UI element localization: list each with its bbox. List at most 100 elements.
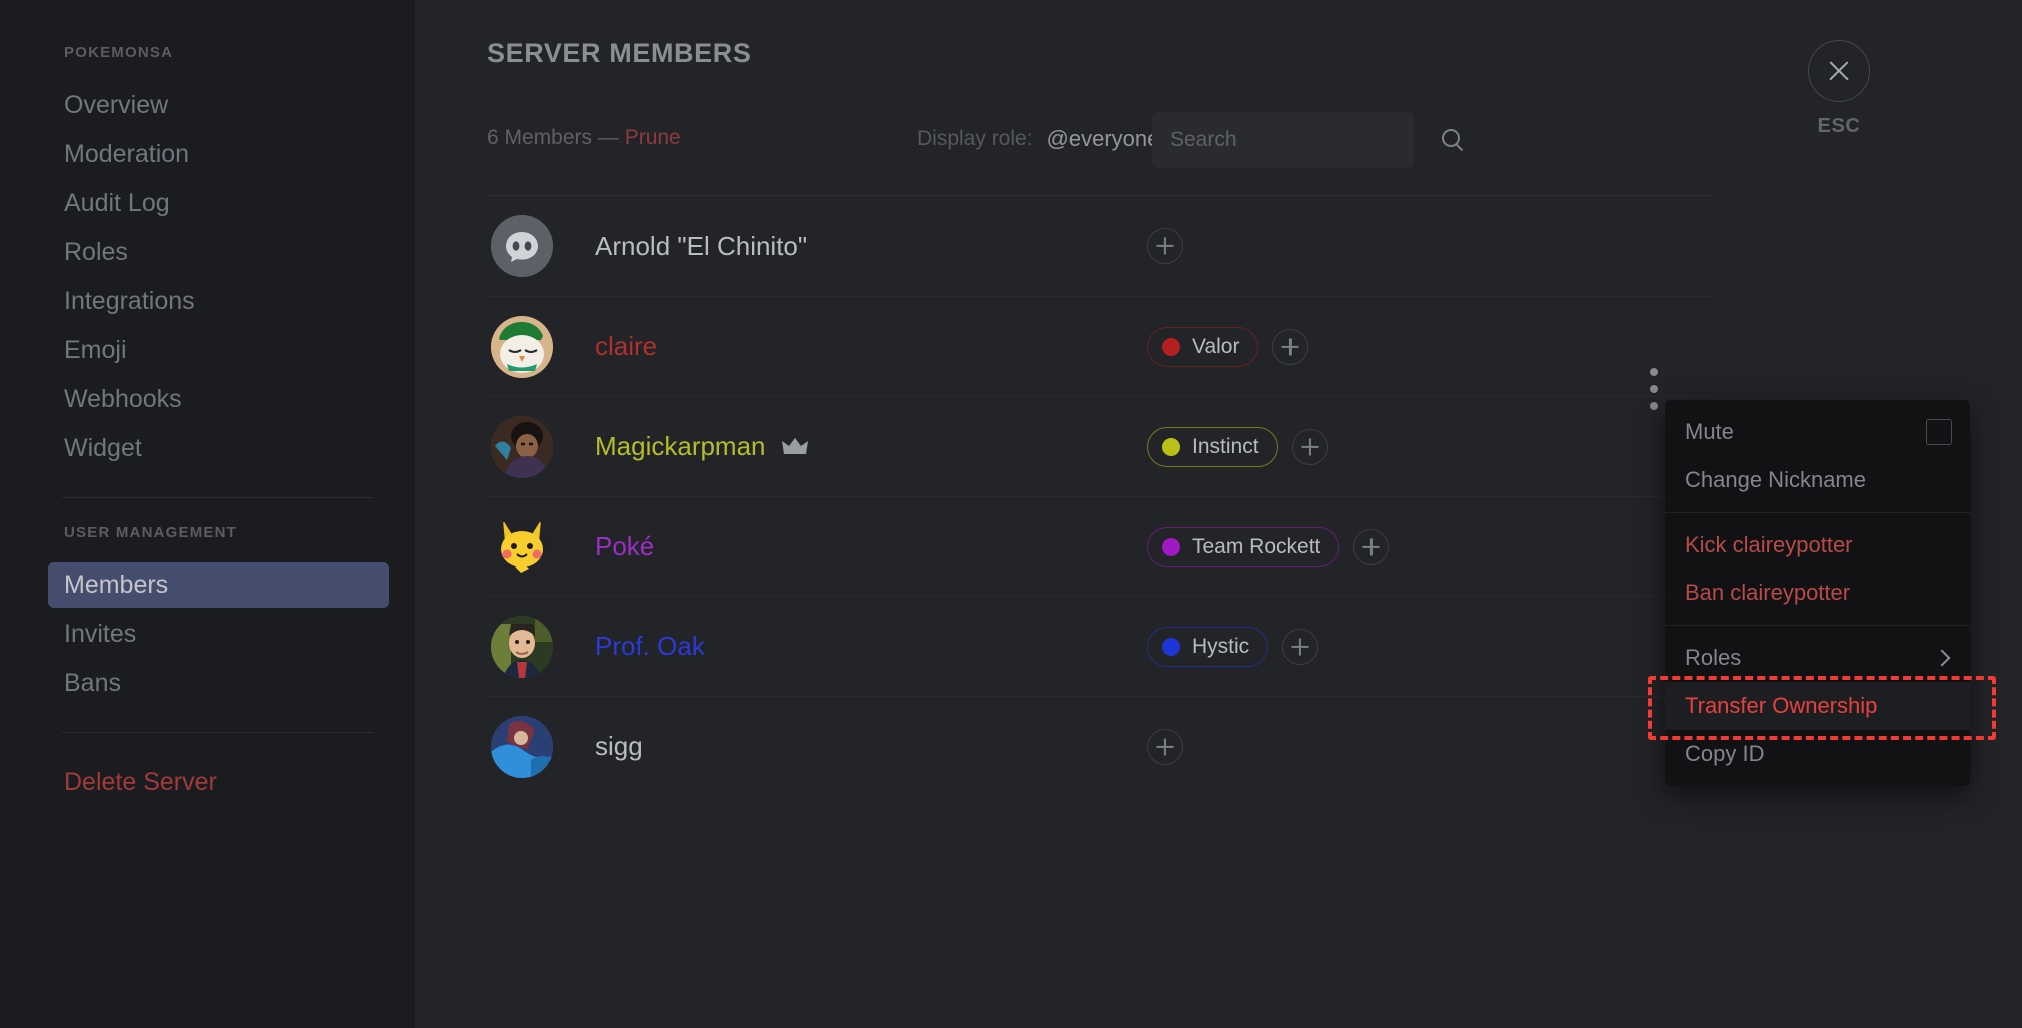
role-label: Instinct: [1192, 434, 1259, 458]
table-row[interactable]: sigg: [487, 696, 1712, 796]
close-icon[interactable]: [1808, 40, 1870, 102]
sidebar-item-emoji[interactable]: Emoji: [48, 327, 389, 373]
crown-icon: [781, 437, 808, 457]
add-role-button[interactable]: [1291, 428, 1328, 465]
member-name: Magickarpman: [595, 431, 766, 461]
display-role-filter[interactable]: Display role: @everyone: [917, 126, 1190, 152]
sidebar-item-label: Overview: [64, 90, 169, 119]
sidebar-item-label: Webhooks: [64, 384, 182, 413]
role-badge[interactable]: Valor: [1147, 326, 1259, 367]
sidebar-item-invites[interactable]: Invites: [48, 611, 389, 657]
server-name-header: POKEMONSA: [64, 44, 174, 61]
member-name: Poké: [595, 531, 655, 561]
settings-sidebar: POKEMONSA Overview Moderation Audit Log …: [0, 0, 415, 1028]
sidebar-item-overview[interactable]: Overview: [48, 82, 389, 128]
avatar: [491, 715, 553, 778]
sidebar-item-moderation[interactable]: Moderation: [48, 131, 389, 177]
menu-item-label: Kick claireypotter: [1685, 532, 1853, 557]
sidebar-item-label: Bans: [64, 668, 121, 697]
add-role-button[interactable]: [1272, 328, 1309, 365]
add-role-button[interactable]: [1147, 728, 1183, 765]
avatar: [491, 615, 553, 678]
role-color-dot: [1162, 537, 1180, 556]
sidebar-item-webhooks[interactable]: Webhooks: [48, 376, 389, 422]
close-modal-control[interactable]: ESC: [1784, 40, 1894, 138]
avatar: [491, 315, 553, 378]
role-label: Hystic: [1192, 634, 1250, 658]
table-row[interactable]: claire Valor: [487, 296, 1712, 396]
menu-separator: [1665, 512, 1970, 513]
prune-link[interactable]: Prune: [625, 126, 681, 149]
menu-item-label: Copy ID: [1685, 741, 1765, 766]
discord-server-settings-window: POKEMONSA Overview Moderation Audit Log …: [0, 0, 2022, 1028]
member-name: Prof. Oak: [595, 631, 705, 661]
menu-separator: [1665, 625, 1970, 626]
display-role-label: Display role:: [917, 127, 1033, 150]
role-badge[interactable]: Instinct: [1147, 426, 1278, 467]
context-menu-item-ban-user[interactable]: Ban claireypotter: [1665, 569, 1970, 617]
member-count-text: 6 Members —: [487, 126, 625, 149]
menu-item-label: Mute: [1685, 419, 1734, 444]
add-role-button[interactable]: [1147, 228, 1183, 264]
context-menu-item-roles-submenu[interactable]: Roles: [1665, 634, 1970, 682]
sidebar-item-label: Integrations: [64, 286, 195, 315]
add-role-button[interactable]: [1353, 528, 1390, 565]
table-row[interactable]: Prof. Oak Hystic: [487, 596, 1712, 696]
context-menu-item-copy-id[interactable]: Copy ID: [1665, 730, 1970, 778]
member-context-menu: Mute Change Nickname Kick claireypotter …: [1665, 400, 1970, 786]
more-vertical-icon[interactable]: [1645, 368, 1663, 410]
user-management-header: USER MANAGEMENT: [64, 524, 238, 541]
member-name: sigg: [595, 731, 643, 761]
table-row[interactable]: Poké Team Rockett: [487, 496, 1712, 596]
add-role-button[interactable]: [1282, 628, 1319, 665]
sidebar-item-label: Emoji: [64, 335, 127, 364]
avatar: [491, 515, 553, 578]
context-menu-item-mute[interactable]: Mute: [1665, 408, 1970, 456]
sidebar-item-label: Moderation: [64, 139, 190, 168]
kebab-dot: [1650, 385, 1658, 393]
sidebar-item-members[interactable]: Members: [48, 562, 389, 608]
sidebar-item-label: Audit Log: [64, 188, 170, 217]
member-list: Arnold "El Chinito" claire Valor Magicka…: [487, 196, 1712, 796]
delete-server-label: Delete Server: [64, 767, 217, 796]
search-icon: [1441, 128, 1465, 152]
role-label: Valor: [1192, 334, 1240, 358]
role-label: Team Rockett: [1192, 534, 1321, 558]
page-title: SERVER MEMBERS: [487, 38, 752, 68]
member-roles: Instinct: [1147, 397, 1328, 496]
search-input[interactable]: [1170, 128, 1441, 152]
member-roles: [1147, 697, 1183, 796]
member-name: Arnold "El Chinito": [595, 230, 808, 261]
avatar: [491, 215, 553, 277]
role-color-dot: [1162, 337, 1180, 356]
sidebar-item-roles[interactable]: Roles: [48, 229, 389, 275]
member-roles: [1147, 196, 1183, 296]
context-menu-item-change-nickname[interactable]: Change Nickname: [1665, 456, 1970, 504]
context-menu-item-kick-user[interactable]: Kick claireypotter: [1665, 521, 1970, 569]
sidebar-item-audit-log[interactable]: Audit Log: [48, 180, 389, 226]
role-badge[interactable]: Hystic: [1147, 626, 1269, 667]
menu-item-label: Roles: [1685, 645, 1742, 670]
kebab-dot: [1650, 368, 1658, 376]
sidebar-item-integrations[interactable]: Integrations: [48, 278, 389, 324]
member-roles: Valor: [1147, 297, 1309, 396]
kebab-dot: [1650, 402, 1658, 410]
context-menu-item-transfer-ownership[interactable]: Transfer Ownership: [1665, 682, 1970, 730]
members-toolbar: 6 Members — Prune Display role: @everyon…: [487, 112, 1687, 168]
chevron-right-icon: [1933, 649, 1951, 667]
member-name: claire: [595, 331, 658, 361]
sidebar-item-bans[interactable]: Bans: [48, 660, 389, 706]
role-color-dot: [1162, 437, 1180, 456]
avatar: [491, 415, 553, 478]
delete-server-button[interactable]: Delete Server: [48, 759, 389, 805]
mute-checkbox[interactable]: [1926, 419, 1952, 445]
display-role-value[interactable]: @everyone: [1047, 126, 1160, 152]
sidebar-item-widget[interactable]: Widget: [48, 425, 389, 471]
search-box[interactable]: [1152, 112, 1460, 168]
role-badge[interactable]: Team Rockett: [1147, 526, 1340, 567]
sidebar-item-label: Members: [64, 570, 169, 599]
menu-item-label: Ban claireypotter: [1685, 580, 1851, 605]
sidebar-divider-bottom: [62, 732, 373, 733]
table-row[interactable]: Magickarpman Instinct: [487, 396, 1712, 496]
table-row[interactable]: Arnold "El Chinito": [487, 196, 1712, 296]
